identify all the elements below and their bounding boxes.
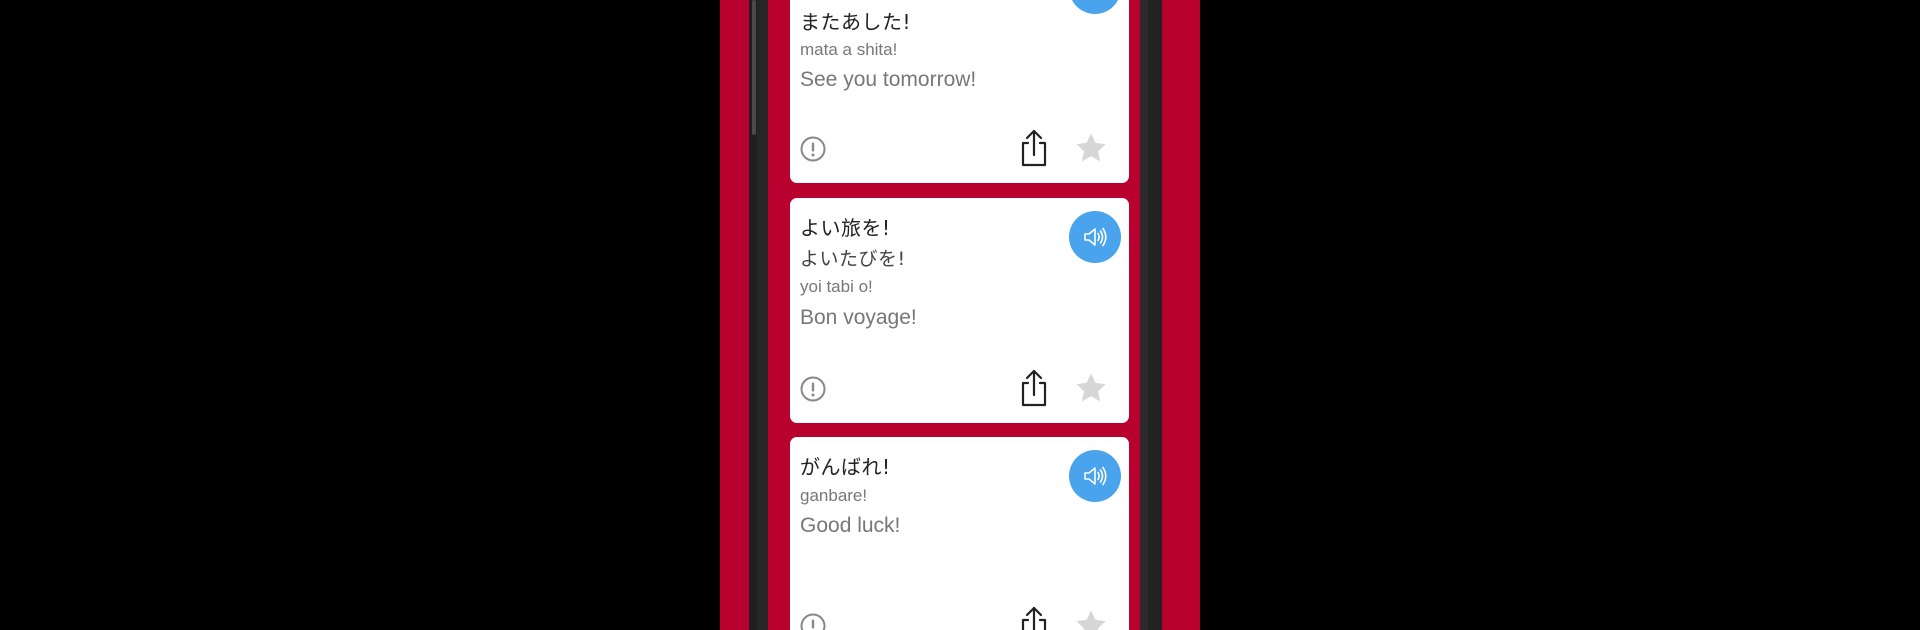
phrase-english: Bon voyage! bbox=[800, 306, 917, 329]
phrase-card: がんばれ! ganbare! Good luck! bbox=[790, 437, 1129, 630]
phrase-card: またあした! mata a shita! See you tomorrow! bbox=[790, 0, 1129, 183]
phone-bezel-right bbox=[1140, 0, 1148, 630]
share-icon[interactable] bbox=[1019, 128, 1049, 168]
speaker-icon bbox=[1084, 227, 1107, 247]
phrase-reading: よいたびを! bbox=[800, 248, 906, 270]
phrase-list[interactable]: またあした! mata a shita! See you tomorrow! よ… bbox=[768, 0, 1140, 630]
phrase-romaji: mata a shita! bbox=[800, 40, 898, 59]
exclamation-circle-icon[interactable] bbox=[800, 613, 826, 630]
phone-side-button bbox=[752, 0, 756, 135]
phone-bezel-left bbox=[757, 0, 768, 630]
phrase-japanese: またあした! bbox=[800, 10, 912, 34]
star-icon[interactable] bbox=[1074, 131, 1108, 165]
speaker-icon bbox=[1084, 466, 1107, 486]
star-icon[interactable] bbox=[1074, 608, 1108, 630]
phrase-card: よい旅を! よいたびを! yoi tabi o! Bon voyage! bbox=[790, 198, 1129, 423]
exclamation-circle-icon[interactable] bbox=[800, 136, 826, 162]
star-icon[interactable] bbox=[1074, 371, 1108, 405]
play-audio-button[interactable] bbox=[1069, 211, 1121, 263]
share-icon[interactable] bbox=[1019, 605, 1049, 630]
play-audio-button[interactable] bbox=[1069, 450, 1121, 502]
speaker-icon bbox=[1081, 0, 1109, 2]
phrase-english: Good luck! bbox=[800, 514, 901, 537]
share-icon[interactable] bbox=[1019, 368, 1049, 408]
phrase-romaji: yoi tabi o! bbox=[800, 277, 873, 296]
exclamation-circle-icon[interactable] bbox=[800, 376, 826, 402]
phrase-romaji: ganbare! bbox=[800, 486, 868, 505]
phrase-english: See you tomorrow! bbox=[800, 68, 977, 91]
phone-frame-right bbox=[1148, 0, 1162, 630]
phrase-japanese: がんばれ! bbox=[800, 455, 891, 479]
phrase-japanese: よい旅を! bbox=[800, 216, 891, 240]
play-audio-button[interactable] bbox=[1069, 0, 1121, 14]
